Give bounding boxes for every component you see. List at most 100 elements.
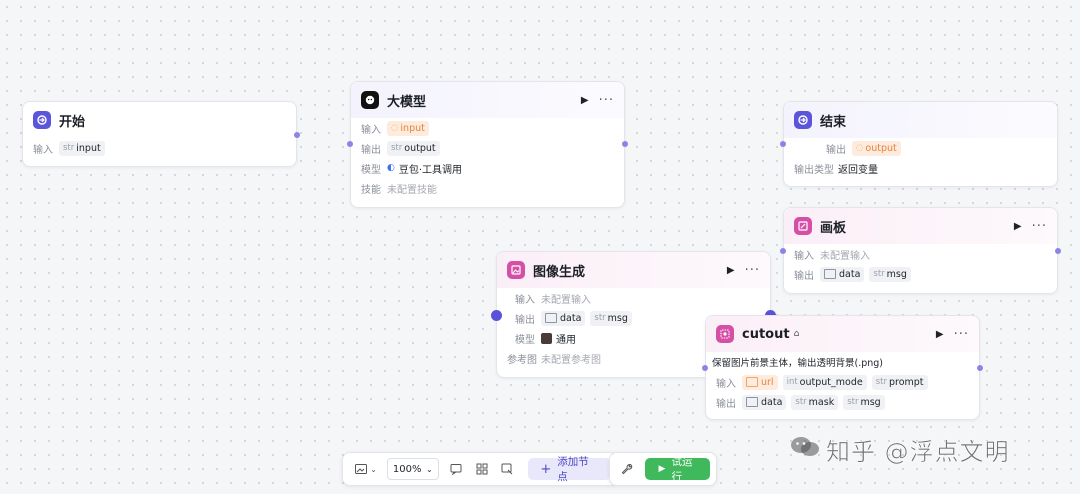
imagegen-model-label: 模型 [515, 334, 535, 346]
watermark: 知乎 @浮点文明 [790, 432, 1010, 467]
wechat-logo-icon [790, 435, 820, 465]
imagegen-run-icon[interactable]: ▶ [727, 265, 735, 276]
zoom-value: 100% [392, 463, 422, 475]
cutout-input-url-tag: url [742, 374, 778, 390]
imagegen-inputs-value: 未配置输入 [541, 294, 591, 306]
canvas-inputs-label: 输入 [794, 250, 814, 262]
cutout-outputs-label: 输出 [716, 398, 736, 410]
canvas-output-port[interactable] [1055, 248, 1061, 254]
end-outputs-label: 输出 [826, 144, 846, 156]
canvas-outputs-label: 输出 [794, 270, 814, 282]
cutout-inputs-label: 输入 [716, 378, 736, 390]
canvas-input-port[interactable] [780, 248, 786, 254]
imagegen-node-title: 图像生成 [533, 264, 586, 280]
llm-output-tag: str output [387, 140, 440, 156]
start-node[interactable]: 开始 输入 str input [22, 101, 300, 167]
play-icon: ▶ [658, 464, 666, 474]
debug-wrench-icon[interactable] [618, 458, 637, 480]
add-node-button[interactable]: + 添加节点 [528, 456, 611, 483]
cutout-node[interactable]: cutout ⌂ ▶ ··· 保留图片前景主体，输出透明背景(.png) 输入 … [702, 315, 983, 420]
image-icon [824, 269, 836, 279]
watermark-text: 知乎 @浮点文明 [826, 438, 1010, 467]
variable-icon: ◌ [856, 143, 864, 153]
add-node-label: 添加节点 [557, 456, 589, 483]
end-input-port[interactable] [780, 141, 786, 147]
llm-input-ref-tag: ◌ input [387, 120, 429, 136]
minimap-toggle-button[interactable]: ⌄ [351, 458, 381, 480]
start-node-title: 开始 [59, 114, 86, 130]
llm-node[interactable]: 大模型 ▶ ··· 输入 ◌ input 输出 str output 模型 ◐ 豆包… [347, 81, 628, 208]
llm-model-value: 豆包·工具调用 [398, 164, 463, 176]
run-toolbar: ▶ 试运行 [609, 452, 717, 486]
llm-input-port[interactable] [347, 141, 353, 147]
cutout-input-prompt-tag: str prompt [871, 374, 928, 390]
llm-node-header[interactable]: 大模型 ▶ ··· [351, 82, 624, 118]
llm-skills-row: 技能 未配置技能 [351, 178, 624, 198]
end-outputs-row: 输出 ◌ output [784, 138, 1057, 158]
comment-icon[interactable] [445, 458, 467, 480]
llm-model-label: 模型 [361, 164, 381, 176]
llm-inputs-label: 输入 [361, 124, 381, 136]
image-icon [545, 313, 557, 323]
canvas-node-title: 画板 [820, 220, 847, 236]
end-icon [794, 111, 812, 129]
start-inputs-label: 输入 [33, 144, 53, 156]
imagegen-output-data-tag: data [541, 310, 586, 326]
start-node-header[interactable]: 开始 [23, 102, 296, 138]
canvas-more-icon[interactable]: ··· [1032, 220, 1047, 233]
canvas-run-icon[interactable]: ▶ [1014, 221, 1022, 232]
end-output-type-value: 返回变量 [838, 164, 878, 176]
imagegen-node-header[interactable]: 图像生成 ▶ ··· [497, 252, 770, 288]
llm-inputs-row: 输入 ◌ input [351, 118, 624, 138]
end-output-type-row: 输出类型 返回变量 [784, 158, 1057, 178]
llm-icon [361, 91, 379, 109]
test-run-label: 试运行 [671, 456, 693, 483]
cutout-node-header[interactable]: cutout ⌂ ▶ ··· [706, 316, 979, 352]
start-output-port[interactable] [294, 132, 300, 138]
test-run-button[interactable]: ▶ 试运行 [644, 456, 710, 483]
end-output-ref-tag: ◌ output [852, 140, 901, 156]
cutout-run-icon[interactable]: ▶ [936, 329, 944, 340]
end-node-header[interactable]: 结束 [784, 102, 1057, 138]
start-inputs-row: 输入 str input [23, 138, 296, 158]
canvas-node[interactable]: 画板 ▶ ··· 输入 未配置输入 输出 data str msg [780, 207, 1061, 294]
llm-skills-label: 技能 [361, 184, 381, 196]
cutout-inputs-row: 输入 url int output_mode str prompt [706, 372, 979, 392]
variable-icon: ◌ [391, 123, 399, 133]
model-avatar-icon [541, 332, 552, 344]
llm-output-port[interactable] [622, 141, 628, 147]
chevron-down-icon: ⌄ [370, 464, 377, 474]
cutout-input-mode-tag: int output_mode [782, 374, 867, 390]
cutout-output-data-tag: data [742, 394, 787, 410]
cutout-output-port[interactable] [977, 365, 983, 371]
start-input-tag: str input [59, 140, 105, 156]
cutout-outputs-row: 输出 data str mask str msg [706, 392, 979, 412]
imagegen-more-icon[interactable]: ··· [745, 264, 760, 277]
cutout-output-msg-tag: str msg [843, 394, 885, 410]
zoom-select[interactable]: 100% ⌄ [386, 458, 439, 480]
imagegen-icon [507, 261, 525, 279]
llm-run-icon[interactable]: ▶ [581, 95, 589, 106]
imagegen-inputs-label: 输入 [515, 294, 535, 306]
imagegen-inputs-row: 输入 未配置输入 [497, 288, 770, 308]
imagegen-model-value: 通用 [556, 334, 576, 346]
end-node-title: 结束 [820, 114, 847, 130]
canvas-node-header[interactable]: 画板 ▶ ··· [784, 208, 1057, 244]
end-node[interactable]: 结束 输出 ◌ output 输出类型 返回变量 [780, 101, 1058, 187]
llm-outputs-label: 输出 [361, 144, 381, 156]
image-icon [746, 397, 758, 407]
imagegen-outputs-label: 输出 [515, 314, 535, 326]
cutout-icon [716, 325, 734, 343]
layout-icon[interactable] [471, 458, 493, 480]
end-output-type-label: 输出类型 [794, 164, 834, 176]
pointer-mode-icon[interactable] [496, 458, 518, 480]
image-icon [746, 377, 758, 387]
plugin-store-icon: ⌂ [793, 329, 800, 339]
canvas-output-data-tag: data [820, 266, 865, 282]
imagegen-input-port[interactable] [491, 310, 502, 321]
start-icon [33, 111, 51, 129]
imagegen-ref-label: 参考图 [507, 354, 537, 366]
cutout-input-port[interactable] [702, 365, 708, 371]
llm-more-icon[interactable]: ··· [599, 94, 614, 107]
cutout-more-icon[interactable]: ··· [954, 328, 969, 341]
